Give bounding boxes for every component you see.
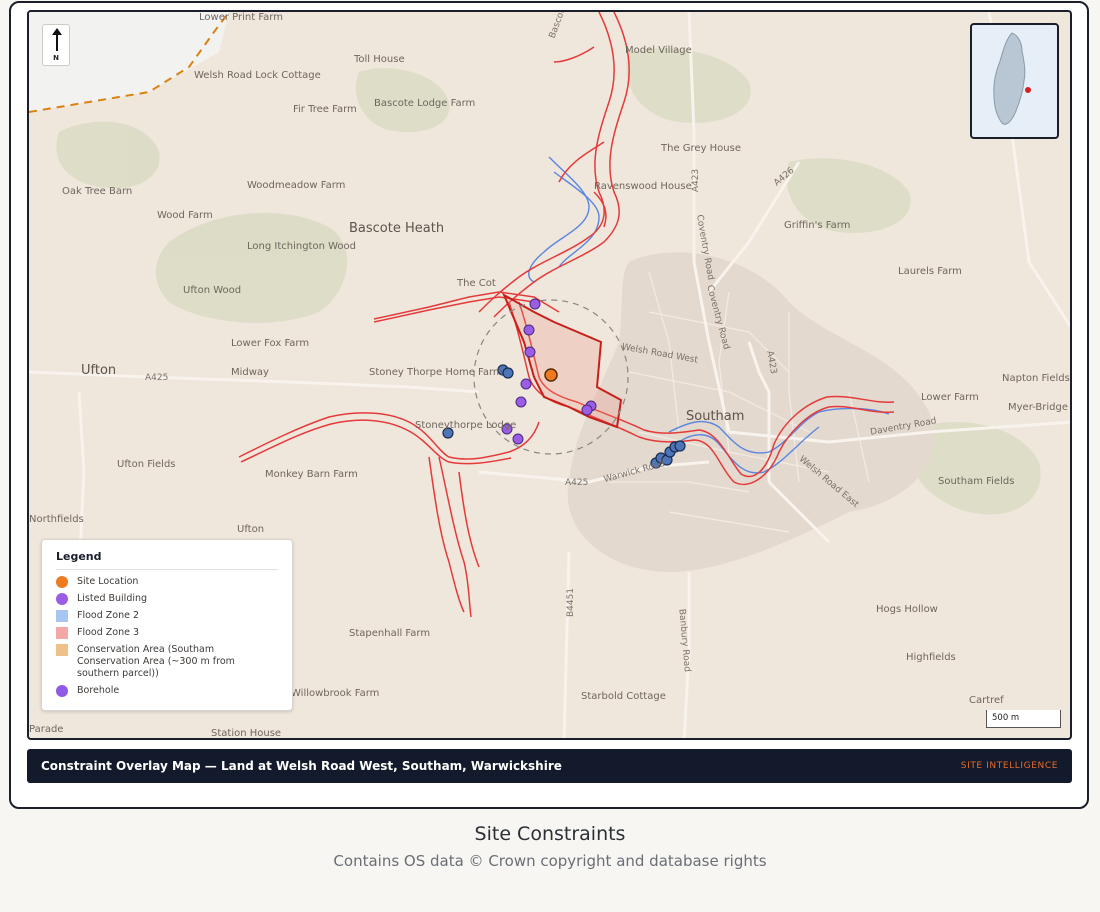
place-label: Lower Farm — [921, 392, 979, 403]
flood-zone-2-swatch — [56, 610, 68, 622]
borehole-marker — [674, 440, 686, 452]
conservation-area-swatch — [56, 644, 68, 656]
road-label: A423 — [691, 168, 702, 193]
legend-label: Flood Zone 3 — [77, 627, 140, 638]
map-legend: Legend Site Location Listed Building Flo… — [41, 539, 293, 711]
place-label: Starbold Cottage — [581, 691, 666, 702]
site-location-swatch — [56, 576, 68, 588]
legend-label: Conservation Area (Southam Conservation … — [77, 644, 235, 679]
borehole-swatch — [56, 685, 68, 697]
place-label: Northfields — [29, 514, 84, 525]
place-label: Midway — [231, 367, 269, 378]
place-label: Ufton Fields — [117, 459, 176, 470]
legend-item-borehole: Borehole — [56, 685, 278, 697]
figure-title: Site Constraints — [474, 823, 626, 845]
place-label: Napton Fields Farm — [1002, 373, 1070, 384]
place-label: Model Village — [625, 45, 692, 56]
listed-building-marker — [529, 298, 541, 310]
north-arrow: N — [42, 24, 70, 66]
place-label: Laurels Farm — [898, 266, 962, 277]
place-label: Cartref — [969, 695, 1004, 706]
place-label: Ufton Wood — [183, 285, 242, 296]
place-label: Station House — [211, 728, 282, 739]
place-label: Bascote Heath — [349, 221, 445, 236]
place-label: Ufton — [81, 363, 117, 378]
flood-zone-3-swatch — [56, 627, 68, 639]
legend-label: Borehole — [77, 685, 120, 696]
place-label: Toll House — [354, 54, 405, 65]
place-label: Parade — [29, 724, 64, 735]
listed-building-marker — [512, 433, 524, 445]
place-label: Bascote Lodge Farm — [374, 98, 476, 109]
place-label: Hogs Hollow — [876, 604, 938, 615]
road-label: B4451 — [566, 587, 577, 618]
legend-item-conservation-area: Conservation Area (Southam Conservation … — [56, 644, 278, 680]
north-arrow-icon — [52, 28, 62, 51]
place-label: Fir Tree Farm — [293, 104, 357, 115]
place-label: Woodmeadow Farm — [247, 180, 346, 191]
legend-label: Flood Zone 2 — [77, 610, 140, 621]
map-title: Constraint Overlay Map — Land at Welsh R… — [41, 759, 562, 773]
north-label: N — [53, 54, 59, 62]
place-label: Wood Farm — [157, 210, 213, 221]
place-label: The Grey House — [661, 143, 742, 154]
listed-building-marker — [581, 404, 593, 416]
locator-map — [993, 32, 1031, 125]
road-label: A425 — [565, 478, 589, 488]
place-label: Myer-Bridge Farm — [1008, 402, 1070, 413]
legend-item-flood-zone-3: Flood Zone 3 — [56, 627, 278, 639]
place-label: Southam Fields — [938, 476, 1015, 487]
scale-bar: 500 m — [986, 710, 1061, 728]
place-label: Stoney Thorpe Home Farm — [369, 367, 503, 378]
borehole-marker — [502, 367, 514, 379]
place-label: Willowbrook Farm — [291, 688, 380, 699]
place-label: Stapenhall Farm — [349, 628, 431, 639]
place-label: Long Itchington Wood — [247, 241, 356, 252]
listed-building-marker — [520, 378, 532, 390]
place-label: Lower Print Farm — [199, 12, 283, 23]
place-label: Griffin's Farm — [784, 220, 851, 231]
legend-title: Legend — [56, 550, 278, 570]
listed-building-marker — [523, 324, 535, 336]
legend-item-site-location: Site Location — [56, 576, 278, 588]
place-label: Lower Fox Farm — [231, 338, 310, 349]
road-label: A425 — [145, 373, 169, 383]
legend-label: Listed Building — [77, 593, 148, 604]
place-label: Southam — [686, 409, 745, 424]
locator-inset — [970, 23, 1059, 139]
legend-item-flood-zone-2: Flood Zone 2 — [56, 610, 278, 622]
place-label: Oak Tree Barn — [62, 186, 133, 197]
legend-label: Site Location — [77, 576, 139, 587]
place-label: The Cot — [457, 278, 496, 289]
place-label: Monkey Barn Farm — [265, 469, 358, 480]
place-label: Welsh Road Lock Cottage — [194, 70, 321, 81]
listed-building-marker — [515, 396, 527, 408]
map-canvas[interactable]: Lower Print Farm Welsh Road Lock Cottage… — [27, 10, 1072, 740]
place-label: Ufton — [237, 524, 265, 535]
figure-attribution: Contains OS data © Crown copyright and d… — [333, 852, 767, 870]
place-label: Highfields — [906, 652, 956, 663]
scale-label: 500 m — [992, 713, 1020, 723]
listed-building-swatch — [56, 593, 68, 605]
locator-site-marker — [1025, 87, 1031, 93]
brand-label: SITE INTELLIGENCE — [960, 761, 1058, 771]
place-label: Stoneythorpe Lodge — [415, 420, 517, 431]
place-label: Ravenswood House — [594, 181, 692, 192]
legend-item-listed-building: Listed Building — [56, 593, 278, 605]
site-location-marker — [544, 368, 558, 382]
map-title-bar: Constraint Overlay Map — Land at Welsh R… — [27, 749, 1072, 783]
listed-building-marker — [524, 346, 536, 358]
